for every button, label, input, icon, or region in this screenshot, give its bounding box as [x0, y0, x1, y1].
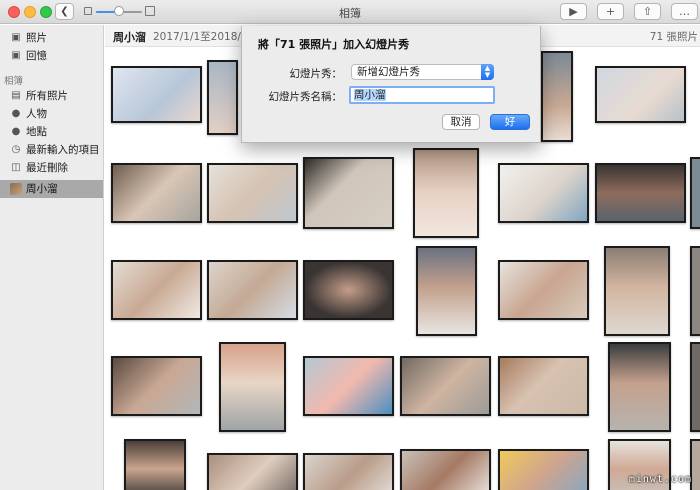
slideshow-label: 幻燈片秀：	[289, 68, 343, 80]
photo-thumbnail[interactable]	[207, 453, 298, 490]
photo-thumbnail[interactable]	[595, 66, 686, 123]
cancel-button[interactable]: 取消	[442, 114, 480, 130]
photo-count: 71 張照片	[649, 31, 698, 43]
trash-icon: ◫	[11, 162, 21, 173]
sidebar-item-recently-deleted[interactable]: ◫ 最近刪除	[0, 159, 103, 177]
photo-thumbnail[interactable]	[111, 163, 202, 223]
pin-icon: ●	[11, 126, 21, 137]
play-icon: ▶	[569, 5, 578, 18]
sidebar-item-label: 回憶	[26, 50, 47, 62]
photos-icon: ▣	[11, 32, 21, 43]
photo-thumbnail[interactable]	[207, 60, 238, 135]
photo-thumbnail[interactable]	[604, 246, 670, 336]
photo-thumbnail[interactable]	[416, 246, 477, 336]
slideshow-select-value: 新增幻燈片秀	[357, 66, 420, 78]
photo-thumbnail[interactable]	[207, 163, 298, 223]
photo-thumbnail[interactable]	[303, 356, 394, 416]
person-icon: ●	[11, 108, 21, 119]
sidebar-item-label: 周小溜	[26, 183, 58, 195]
sidebar-item-all-photos[interactable]: ▤ 所有照片	[0, 87, 103, 105]
photo-thumbnail[interactable]	[207, 260, 298, 320]
slideshow-select[interactable]: 新增幻燈片秀 ▲ ▼	[351, 64, 494, 80]
album-thumb-icon	[10, 183, 22, 195]
photo-thumbnail[interactable]	[498, 449, 589, 490]
sidebar-item-label: 最新輸入的項目	[26, 144, 100, 156]
photo-thumbnail[interactable]	[541, 51, 573, 142]
sidebar-section-title: 相簿	[4, 76, 24, 87]
sidebar-item-photos[interactable]: ▣ 照片	[0, 29, 103, 47]
sidebar-item-label: 照片	[26, 32, 47, 44]
photo-thumbnail[interactable]	[690, 157, 700, 229]
photo-thumbnail[interactable]	[124, 439, 186, 490]
sidebar-item-album-selected[interactable]: 周小溜	[0, 180, 103, 198]
photo-thumbnail[interactable]	[400, 356, 491, 416]
window-title: 相簿	[339, 7, 361, 20]
photo-thumbnail[interactable]	[111, 66, 202, 123]
photo-thumbnail[interactable]	[498, 356, 589, 416]
sidebar: ▣ 照片 ▣ 回憶 相簿 ▤ 所有照片 ● 人物 ● 地點 ◷ 最新輸入的項目 …	[0, 25, 104, 490]
photo-thumbnail[interactable]	[111, 356, 202, 416]
photo-thumbnail[interactable]	[608, 342, 671, 432]
sidebar-item-label: 地點	[26, 126, 47, 138]
sidebar-item-places[interactable]: ● 地點	[0, 123, 103, 141]
share-button[interactable]: ⇧	[634, 3, 661, 20]
sidebar-item-recent-imports[interactable]: ◷ 最新輸入的項目	[0, 141, 103, 159]
dialog-title: 將「71 張照片」加入幻燈片秀	[258, 38, 410, 51]
photo-thumbnail[interactable]	[690, 246, 700, 336]
more-button[interactable]: …	[671, 3, 698, 20]
sidebar-item-label: 所有照片	[26, 90, 68, 102]
add-to-slideshow-dialog: 將「71 張照片」加入幻燈片秀 幻燈片秀： 新增幻燈片秀 ▲ ▼ 幻燈片秀名稱： …	[241, 26, 541, 143]
add-button[interactable]: +	[597, 3, 624, 20]
photo-thumbnail[interactable]	[413, 148, 479, 238]
sidebar-item-label: 最近刪除	[26, 162, 68, 174]
play-slideshow-button[interactable]: ▶	[560, 3, 587, 20]
slideshow-name-label: 幻燈片秀名稱：	[268, 91, 343, 103]
share-icon: ⇧	[642, 5, 653, 18]
photo-thumbnail[interactable]	[498, 163, 589, 223]
photo-thumbnail[interactable]	[400, 449, 491, 490]
photo-thumbnail[interactable]	[498, 260, 589, 320]
photo-thumbnail[interactable]	[595, 163, 686, 223]
sidebar-item-memories[interactable]: ▣ 回憶	[0, 47, 103, 65]
photo-thumbnail[interactable]	[303, 157, 394, 229]
slideshow-name-value: 周小溜	[354, 89, 386, 101]
photo-thumbnail[interactable]	[303, 453, 394, 490]
slideshow-name-field[interactable]: 周小溜	[349, 86, 495, 104]
memories-icon: ▣	[11, 50, 21, 61]
plus-icon: +	[605, 5, 616, 18]
photo-thumbnail[interactable]	[303, 260, 394, 320]
album-title: 周小溜	[113, 31, 146, 44]
photo-thumbnail[interactable]	[111, 260, 202, 320]
photo-thumbnail[interactable]	[690, 342, 700, 432]
watermark: minwt.com	[628, 474, 692, 485]
title-bar: ❮ 相簿 ▶ + ⇧ …	[0, 0, 700, 24]
ok-button[interactable]: 好	[490, 114, 530, 130]
more-icon: …	[679, 5, 690, 18]
chevron-updown-icon: ▲ ▼	[481, 64, 494, 80]
folder-icon: ▤	[11, 90, 21, 101]
clock-icon: ◷	[11, 144, 21, 155]
photo-thumbnail[interactable]	[219, 342, 286, 432]
sidebar-item-label: 人物	[26, 108, 47, 120]
sidebar-item-people[interactable]: ● 人物	[0, 105, 103, 123]
